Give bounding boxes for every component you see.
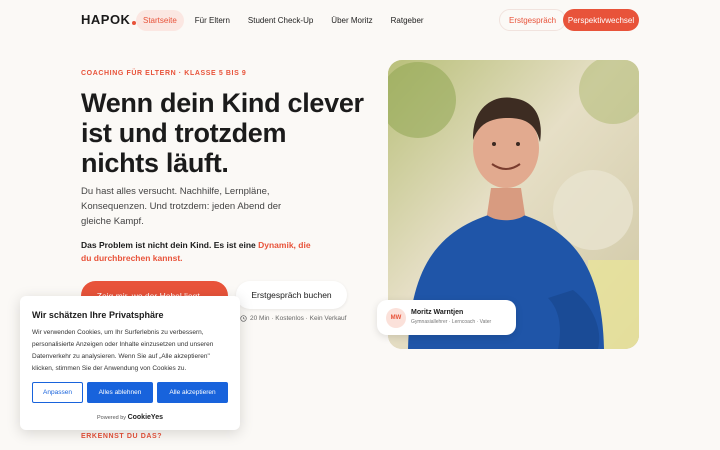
nav-item-ueber-moritz[interactable]: Über Moritz [324,10,379,31]
avatar: MW [386,308,406,328]
problem-prefix: Das Problem ist nicht dein Kind. Es ist … [81,240,259,250]
cookie-reject-button[interactable]: Alles ablehnen [87,382,153,403]
hero-eyebrow: COACHING FÜR ELTERN · KLASSE 5 BIS 9 [81,70,247,77]
cookie-customize-button[interactable]: Anpassen [32,382,83,403]
cookie-title: Wir schätzen Ihre Privatsphäre [32,310,164,320]
cookie-accept-button[interactable]: Alle akzeptieren [157,382,228,403]
nav-item-fuer-eltern[interactable]: Für Eltern [188,10,237,31]
cookie-powered-by[interactable]: Powered by CookieYes [20,414,240,421]
site-header: HAPOK Startseite Für Eltern Student Chec… [0,0,720,40]
logo[interactable]: HAPOK [81,12,137,27]
main-nav: Startseite Für Eltern Student Check-Up Ü… [136,10,431,31]
coach-role: Gymnasiallehrer · Lerncoach · Vater [411,319,492,325]
cta-meta-text: 20 Min · Kostenlos · Kein Verkauf [250,315,347,322]
logo-text: HAPOK [81,12,131,27]
hero-title: Wenn dein Kind clever ist und trotzdem n… [81,88,364,178]
problem-statement: Das Problem ist nicht dein Kind. Es ist … [81,239,321,265]
cookieyes-logo: CookieYes [127,414,163,421]
powered-by-label: Powered by [97,415,127,421]
nav-item-startseite[interactable]: Startseite [136,10,184,31]
section-label: ERKENNST DU DAS? [81,433,163,440]
erstgespraech-button[interactable]: Erstgespräch [499,9,567,31]
nav-item-ratgeber[interactable]: Ratgeber [384,10,431,31]
cookie-text: Wir verwenden Cookies, um Ihr Surferlebn… [32,329,214,372]
coach-card: MW Moritz Warntjen Gymnasiallehrer · Ler… [377,300,516,335]
coach-name: Moritz Warntjen [411,309,464,316]
perspektivwechsel-button[interactable]: Perspektivwechsel [563,9,639,31]
hero-body: Du hast alles versucht. Nachhilfe, Lernp… [81,186,282,227]
nav-item-student-check-up[interactable]: Student Check-Up [241,10,320,31]
erstgespraech-buchen-button[interactable]: Erstgespräch buchen [236,281,347,309]
clock-icon [240,315,247,322]
cta-meta: 20 Min · Kostenlos · Kein Verkauf [240,315,346,322]
cookie-consent-dialog: Wir schätzen Ihre Privatsphäre Wir verwe… [20,296,240,430]
